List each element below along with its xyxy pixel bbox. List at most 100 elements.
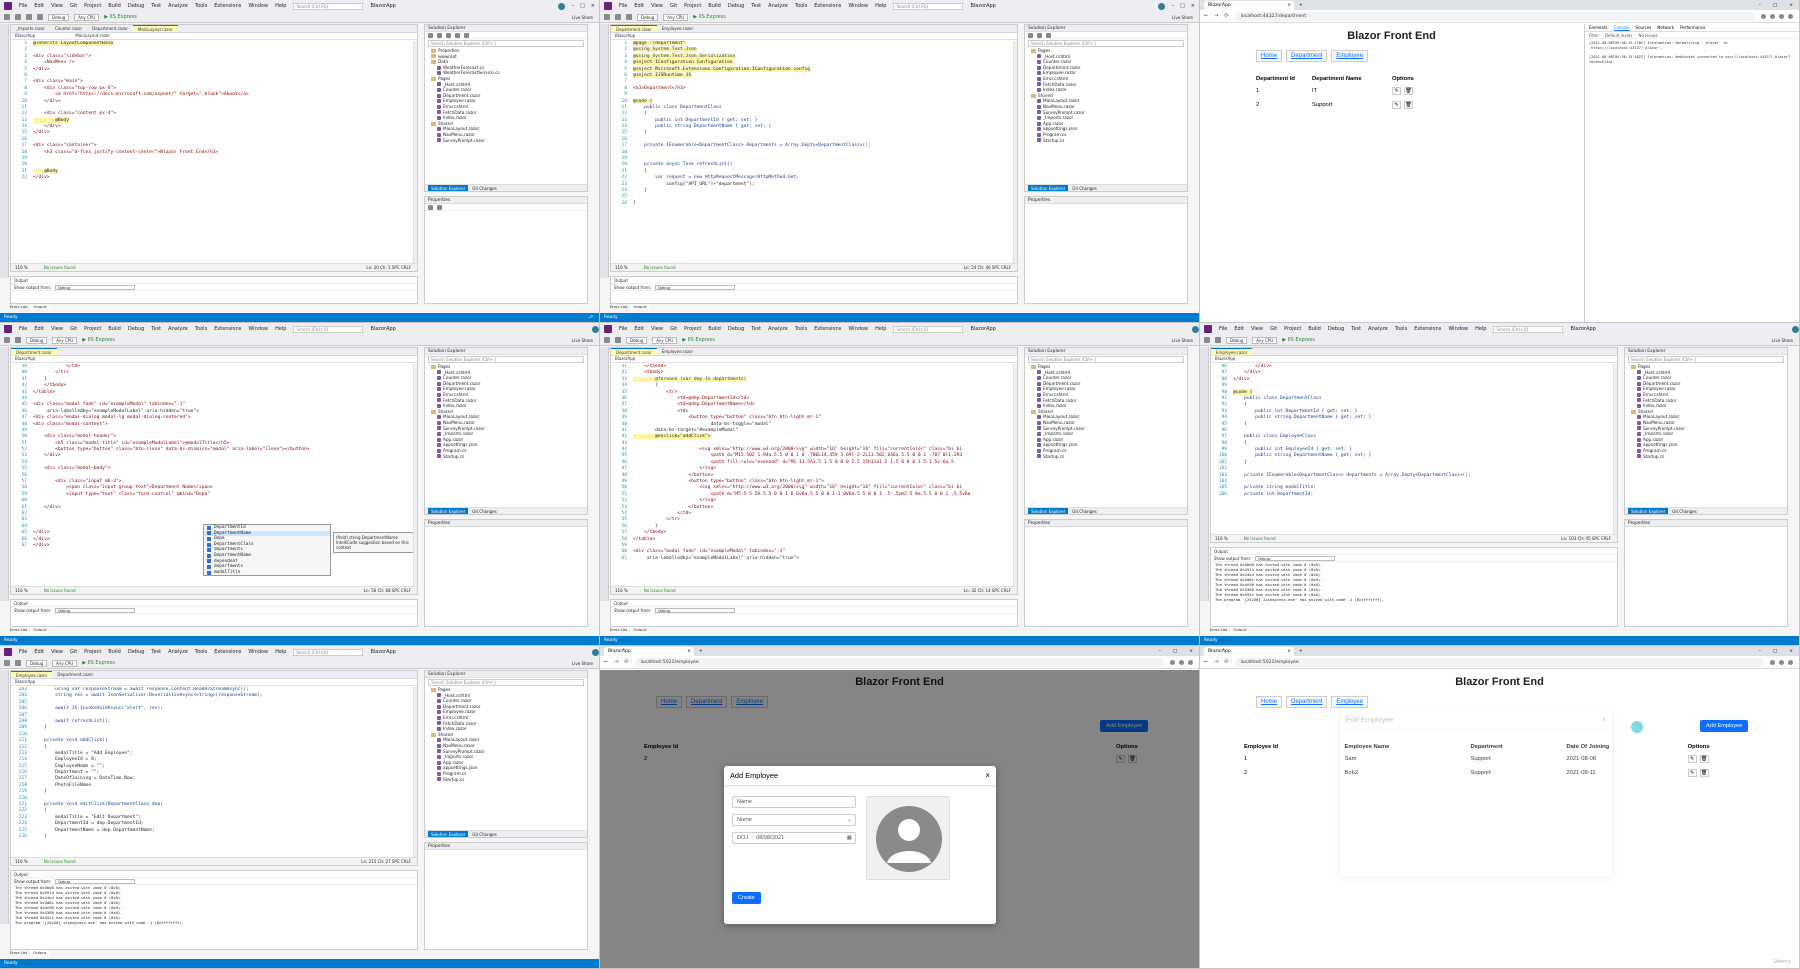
edit-icon[interactable]: ✎ [1687, 769, 1697, 777]
create-button[interactable]: Create [732, 892, 761, 904]
menu-view[interactable]: View [1251, 326, 1263, 332]
menu-git[interactable]: Git [670, 326, 677, 332]
platform-dropdown[interactable]: Any CPU [52, 659, 78, 667]
add-employee-button[interactable]: Add Employee [1700, 720, 1749, 732]
browser-tab[interactable]: BlazorApp × [1204, 1, 1294, 10]
back-icon[interactable] [604, 14, 610, 20]
menu-extensions[interactable]: Extensions [214, 649, 241, 655]
back-icon[interactable] [4, 14, 10, 20]
menu-file[interactable]: File [19, 3, 27, 9]
tab-solution-explorer[interactable]: Solution Explorer [428, 831, 469, 837]
maximize-icon[interactable]: □ [1773, 647, 1777, 656]
vs-search-input[interactable]: Search (Ctrl+Q) [293, 325, 364, 333]
tab-output[interactable]: Output [30, 627, 50, 633]
tab-output[interactable]: Output [30, 950, 50, 956]
menu-icon[interactable] [1788, 13, 1793, 19]
doj-field[interactable]: DOJ 08/08/2021 ▦ [732, 832, 856, 844]
menu-git[interactable]: Git [1270, 326, 1277, 332]
editor-scrollbar[interactable] [413, 41, 417, 263]
vs-search-input[interactable]: Search (Ctrl+Q) [893, 325, 964, 333]
profile-icon[interactable] [1779, 13, 1784, 19]
menu-build[interactable]: Build [708, 326, 721, 332]
toolbox-strip[interactable] [1200, 347, 1209, 601]
tab-employee[interactable]: Employee.razor [657, 348, 698, 355]
save-icon[interactable] [15, 337, 21, 343]
menu-project[interactable]: Project [84, 3, 101, 9]
edit-icon[interactable]: ✎ [1687, 755, 1697, 763]
tab-git-changes[interactable]: Git Changes [472, 831, 496, 837]
menu-tools[interactable]: Tools [795, 326, 807, 332]
tab-error-list[interactable]: Error List [1210, 627, 1227, 633]
menu-edit[interactable]: Edit [634, 326, 644, 332]
menu-project[interactable]: Project [84, 649, 101, 655]
refresh-icon[interactable] [446, 32, 451, 38]
menu-git[interactable]: Git [670, 3, 677, 9]
menu-debug[interactable]: Debug [128, 326, 144, 332]
vs-search-input[interactable]: Search (Ctrl+Q) [293, 648, 364, 656]
platform-dropdown[interactable]: Any CPU [652, 336, 678, 344]
menu-git[interactable]: Git [70, 326, 77, 332]
toolbox-strip[interactable] [600, 347, 609, 601]
collapse-icon[interactable] [455, 32, 460, 38]
log-levels-dropdown[interactable]: Default levels [1605, 32, 1632, 38]
home-icon[interactable] [428, 32, 433, 38]
reload-icon[interactable]: ⟳ [624, 659, 628, 665]
tab-git-changes[interactable]: Git Changes [1072, 185, 1096, 191]
tab-git-changes[interactable]: Git Changes [472, 185, 496, 191]
issues-badge[interactable]: No Issues [1638, 32, 1657, 38]
tree-item[interactable]: Startup.cs [429, 454, 587, 460]
minimize-icon[interactable]: – [1759, 1, 1761, 10]
close-icon[interactable]: × [1191, 3, 1195, 9]
browser-tab[interactable]: BlazorApp × [604, 647, 694, 656]
menu-git[interactable]: Git [70, 3, 77, 9]
menu-file[interactable]: File [619, 3, 627, 9]
menu-build[interactable]: Build [108, 649, 121, 655]
nav-department[interactable]: Department [1286, 50, 1328, 62]
new-tab-icon[interactable]: + [694, 647, 708, 656]
platform-dropdown[interactable]: Any CPU [663, 13, 689, 21]
tab-counter[interactable]: Counter.razor [50, 25, 87, 32]
back-icon[interactable] [604, 337, 610, 343]
platform-dropdown[interactable]: Any CPU [74, 13, 100, 21]
menu-file[interactable]: File [19, 326, 27, 332]
menu-analyze[interactable]: Analyze [168, 3, 188, 9]
code-line[interactable]: 61 aria-labelledby="exampleModalLabel" a… [611, 556, 1013, 562]
git-branch[interactable]: ⎇ [588, 315, 599, 320]
save-icon[interactable] [626, 14, 632, 20]
menu-help[interactable]: Help [1475, 326, 1486, 332]
live-share-button[interactable]: Live Share [1172, 338, 1199, 343]
tab-mainlayout[interactable]: MainLayout.razor [132, 25, 178, 32]
intellisense-item[interactable]: modalTitle [204, 570, 330, 576]
config-dropdown[interactable]: Debug [1226, 336, 1248, 344]
live-share-button[interactable]: Live Share [1172, 15, 1199, 20]
menu-project[interactable]: Project [84, 326, 101, 332]
menu-debug[interactable]: Debug [728, 3, 744, 9]
reload-icon[interactable]: ⟳ [1224, 659, 1228, 665]
maximize-icon[interactable]: □ [1173, 647, 1177, 656]
tab-git-changes[interactable]: Git Changes [1072, 508, 1096, 514]
minimize-icon[interactable]: – [572, 3, 575, 9]
config-dropdown[interactable]: Debug [637, 13, 659, 21]
tab-error-list[interactable]: Error List [10, 950, 27, 956]
tab-solution-explorer[interactable]: Solution Explorer [428, 508, 469, 514]
menu-file[interactable]: File [619, 326, 627, 332]
home-icon[interactable] [1028, 32, 1033, 38]
code-lines[interactable]: 86 </div> 87 </div> 88 </div> 89 90 @code {91 … [1211, 364, 1613, 534]
menu-view[interactable]: View [651, 326, 663, 332]
calendar-icon[interactable]: ▦ [847, 833, 852, 844]
nav-home[interactable]: Home [1256, 50, 1283, 62]
close-icon[interactable]: × [1789, 1, 1793, 10]
menu-edit[interactable]: Edit [1234, 326, 1244, 332]
devtools-tab-elements[interactable]: Elements [1589, 24, 1608, 31]
back-icon[interactable]: ← [1204, 659, 1208, 665]
tab-department[interactable]: Department.razor [611, 25, 657, 32]
output-source-dropdown[interactable]: Debug [55, 607, 136, 613]
trash-icon[interactable]: 🗑 [1404, 101, 1413, 109]
menu-view[interactable]: View [51, 3, 63, 9]
tab-employee[interactable]: Employee.razor [11, 671, 53, 678]
code-editor[interactable]: Department.razor BlazorApp 39 </td> 40 </… [10, 347, 418, 595]
account-avatar[interactable] [1157, 2, 1165, 10]
tab-close-icon[interactable]: × [1287, 647, 1294, 656]
tab-git-changes[interactable]: Git Changes [472, 508, 496, 514]
reload-icon[interactable]: ⟳ [1224, 13, 1228, 19]
